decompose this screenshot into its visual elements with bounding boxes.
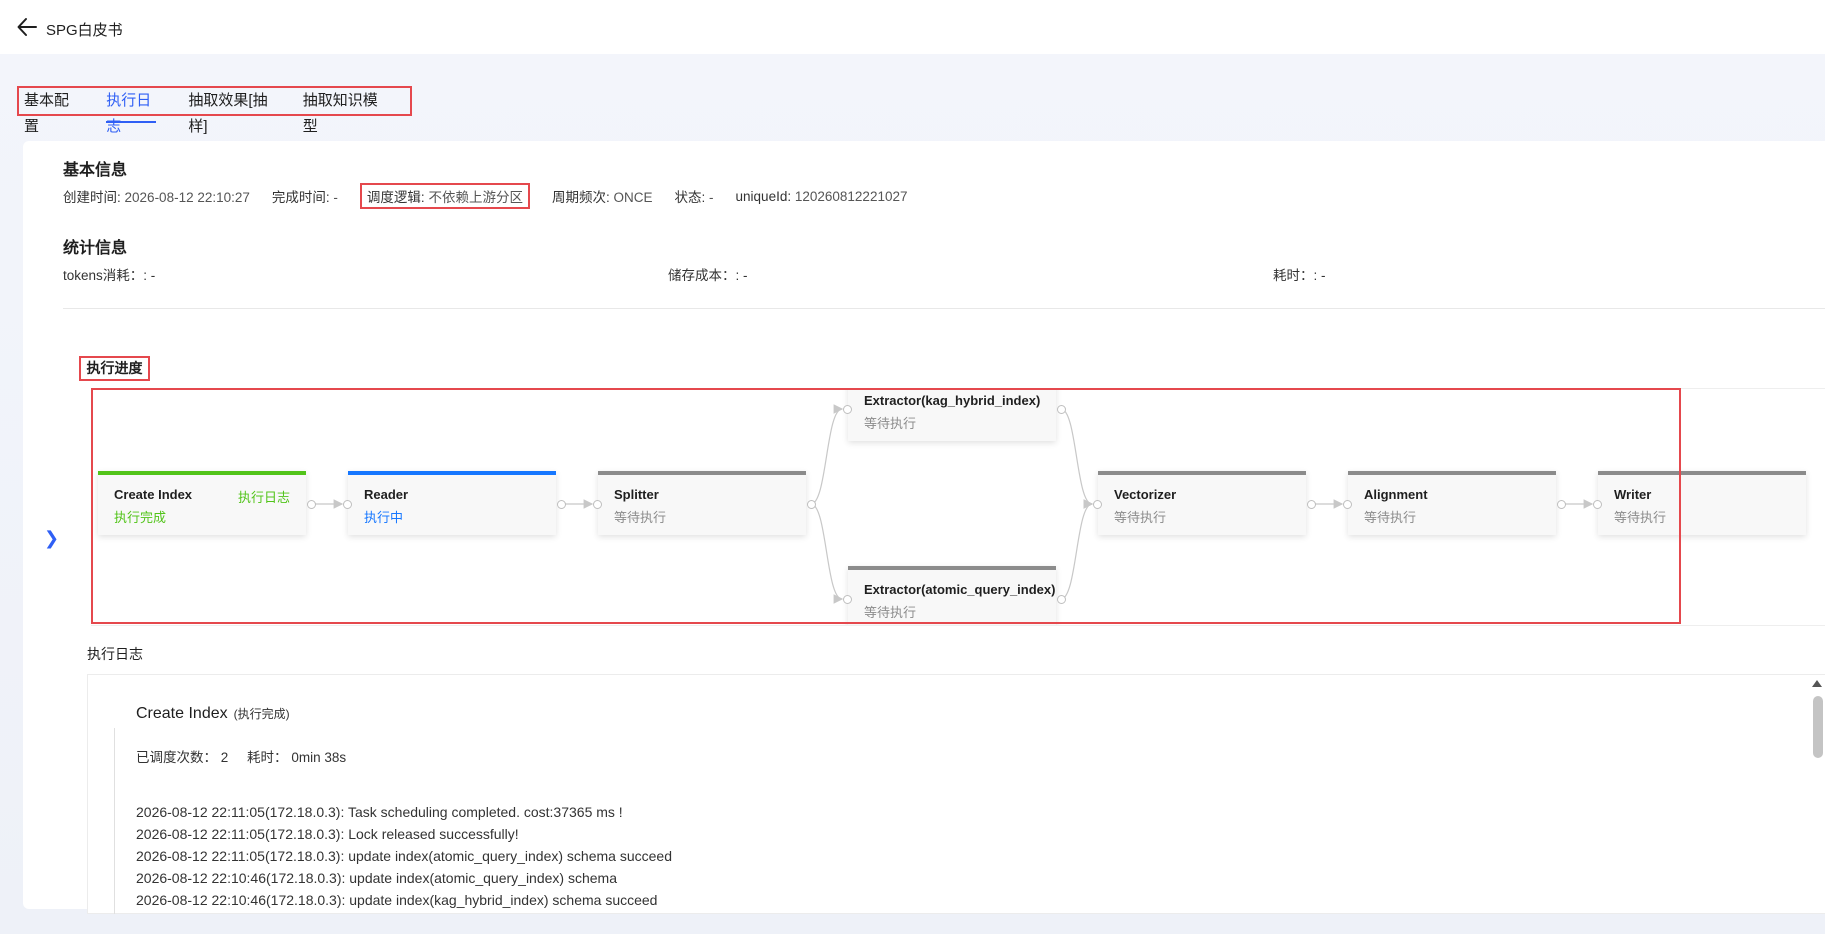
tokens-stat: tokens消耗：: - (63, 268, 156, 283)
node-splitter[interactable]: Splitter 等待执行 (598, 471, 806, 535)
port-out[interactable] (1557, 500, 1566, 509)
port-out[interactable] (307, 500, 316, 509)
port-in[interactable] (343, 500, 352, 509)
tab-execution-log[interactable]: 执行日志 (106, 88, 157, 135)
basic-info-row: 创建时间: 2026-08-12 22:10:27 完成时间: - 调度逻辑: … (63, 183, 929, 209)
node-reader[interactable]: Reader 执行中 (348, 471, 556, 535)
port-out[interactable] (1057, 595, 1066, 604)
scroll-up-arrow[interactable] (1812, 680, 1822, 687)
node-vectorizer[interactable]: Vectorizer 等待执行 (1098, 471, 1306, 535)
tab-basic-config[interactable]: 基本配置 (24, 88, 74, 135)
log-line: 2026-08-12 22:11:05(172.18.0.3): update … (136, 848, 672, 864)
page-title: SPG白皮书 (46, 22, 123, 39)
port-in[interactable] (1093, 500, 1102, 509)
arrow-left-icon[interactable] (16, 16, 38, 38)
top-bar: SPG白皮书 (0, 0, 1825, 54)
status-field: 状态: - (674, 190, 714, 205)
edge-splitter-kag (810, 404, 844, 505)
log-section-title: 执行日志 (87, 646, 143, 662)
port-in[interactable] (843, 405, 852, 414)
chevron-right-icon[interactable]: ❯ (44, 528, 59, 549)
unique-id: uniqueId: 120260812221027 (735, 188, 908, 204)
section-divider (63, 308, 1825, 309)
schedule-logic: 调度逻辑: 不依赖上游分区 (359, 183, 530, 209)
node-alignment[interactable]: Alignment 等待执行 (1348, 471, 1556, 535)
log-line: 2026-08-12 22:10:46(172.18.0.3): update … (136, 892, 658, 908)
node-extractor-kag[interactable]: Extractor(kag_hybrid_index) 等待执行 (848, 389, 1056, 441)
edge-splitter-atomic (810, 503, 844, 604)
progress-title: 执行进度 (79, 356, 150, 381)
edge-kag-vectorizer (1060, 408, 1094, 509)
log-line: 2026-08-12 22:11:05(172.18.0.3): Lock re… (136, 826, 519, 842)
storage-stat: 储存成本：: - (668, 268, 748, 283)
port-in[interactable] (593, 500, 602, 509)
edge-atomic-vectorizer (1060, 499, 1094, 600)
node-writer[interactable]: Writer 等待执行 (1598, 471, 1806, 535)
node-log-link[interactable]: 执行日志 (238, 487, 290, 506)
node-extractor-atomic[interactable]: Extractor(atomic_query_index) 等待执行 (848, 566, 1056, 625)
log-scrollbar-thumb[interactable] (1813, 696, 1823, 758)
tab-extraction-effect[interactable]: 抽取效果[抽样] (188, 88, 270, 135)
log-timeline-line (114, 728, 115, 914)
stats-title: 统计信息 (63, 240, 128, 257)
port-out[interactable] (1307, 500, 1316, 509)
port-in[interactable] (843, 595, 852, 604)
flow-canvas: Create Index 执行完成 执行日志 Reader 执行中 Splitt… (91, 388, 1825, 626)
period-frequency: 周期频次: ONCE (551, 190, 653, 205)
port-in[interactable] (1593, 500, 1602, 509)
finished-time: 完成时间: - (271, 190, 338, 205)
log-line: 2026-08-12 22:10:46(172.18.0.3): update … (136, 870, 617, 886)
port-out[interactable] (557, 500, 566, 509)
tab-extraction-model[interactable]: 抽取知识模型 (303, 88, 378, 135)
tab-bar: 基本配置 执行日志 抽取效果[抽样] 抽取知识模型 (17, 86, 412, 135)
node-create-index[interactable]: Create Index 执行完成 执行日志 (98, 471, 306, 535)
basic-info-title: 基本信息 (63, 162, 128, 179)
log-step-header: Create Index (执行完成) (136, 705, 290, 722)
port-out[interactable] (807, 500, 816, 509)
log-meta: 已调度次数： 2 耗时： 0min 38s (136, 750, 347, 765)
port-out[interactable] (1057, 405, 1066, 414)
created-time: 创建时间: 2026-08-12 22:10:27 (63, 190, 250, 205)
port-in[interactable] (1343, 500, 1352, 509)
time-stat: 耗时：: - (1273, 268, 1326, 283)
log-line: 2026-08-12 22:11:05(172.18.0.3): Task sc… (136, 804, 623, 820)
